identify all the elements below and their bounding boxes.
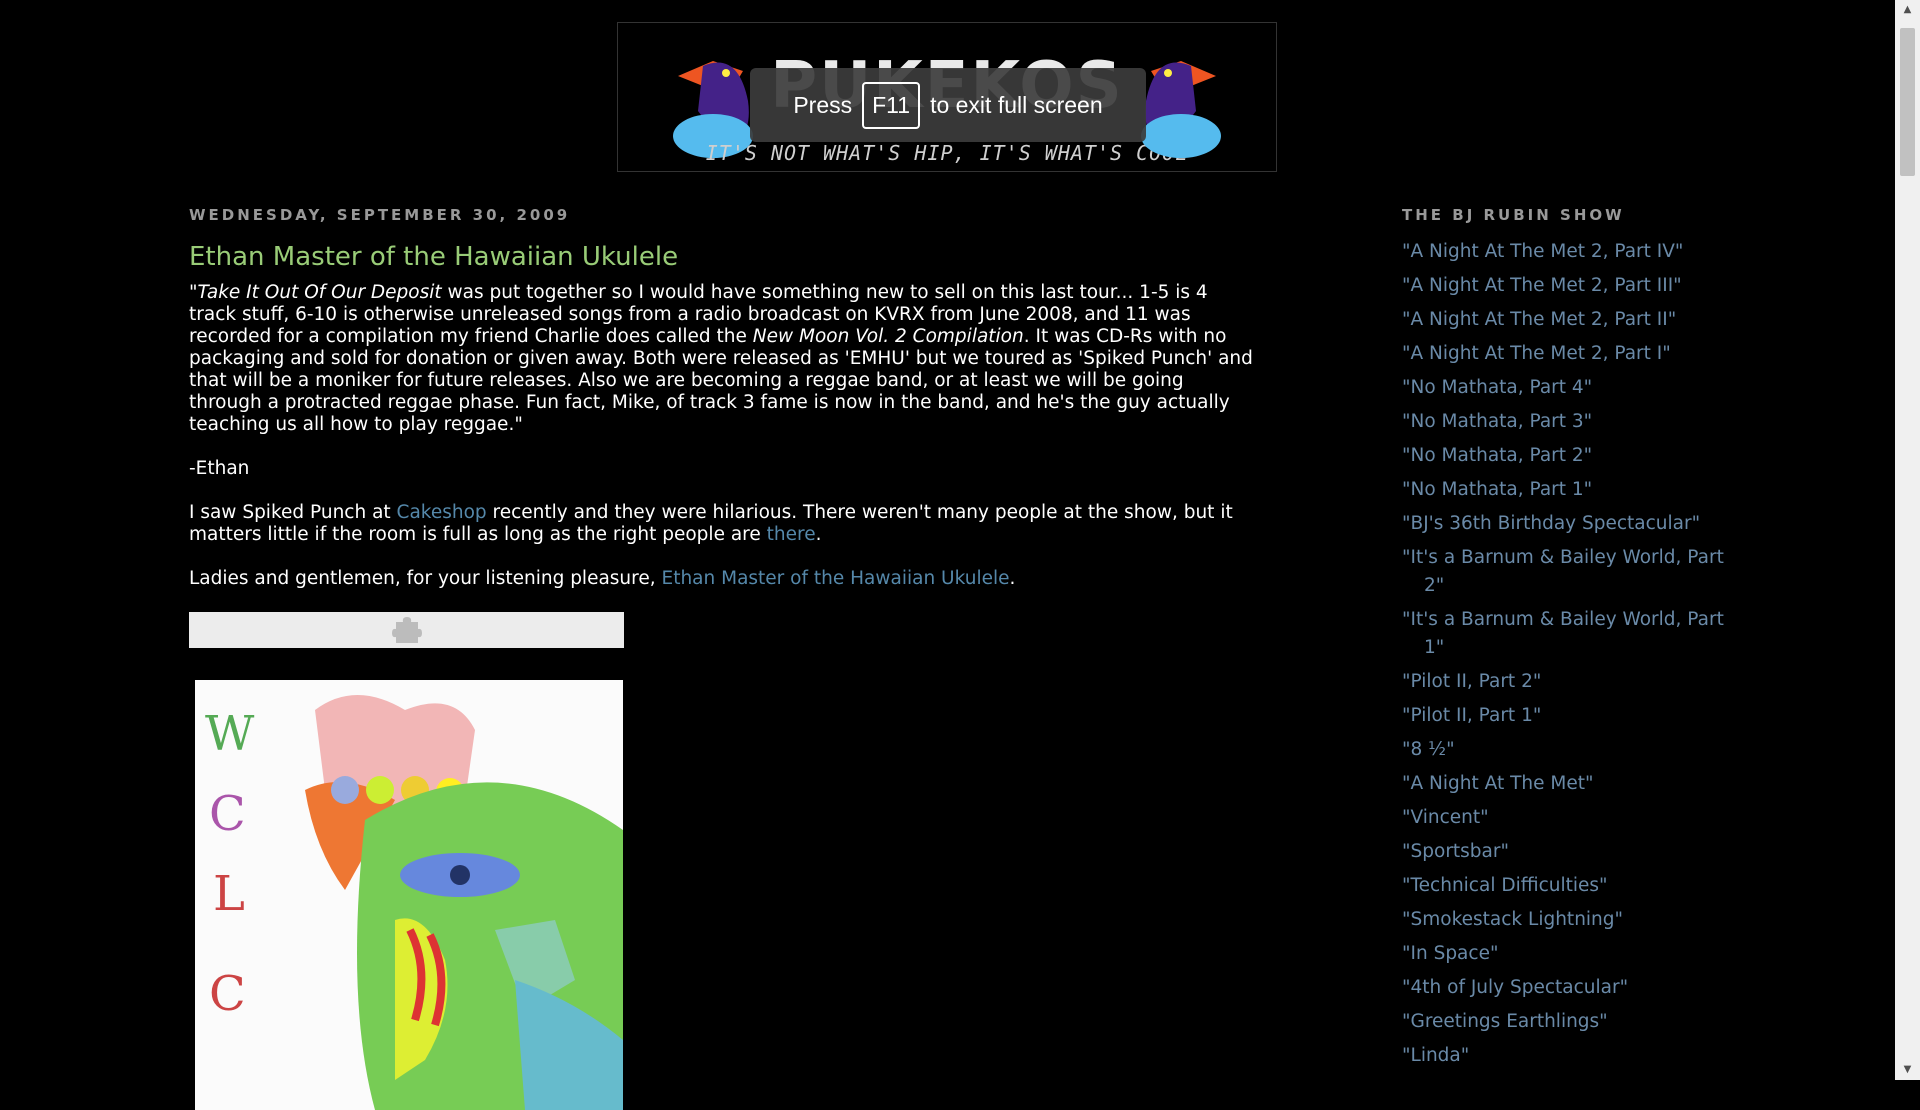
- quote-mark: ": [189, 282, 198, 303]
- sidebar-episode-link[interactable]: "A Night At The Met 2, Part II": [1402, 306, 1732, 334]
- main-column: WEDNESDAY, SEPTEMBER 30, 2009 Ethan Mast…: [189, 206, 1259, 1110]
- paragraph-text: Ladies and gentlemen, for your listening…: [189, 568, 662, 589]
- sidebar-episode-link[interactable]: "No Mathata, Part 4": [1402, 374, 1732, 402]
- sidebar-episode-link[interactable]: "A Night At The Met 2, Part I": [1402, 340, 1732, 368]
- sidebar-episode-link[interactable]: "Pilot II, Part 1": [1402, 702, 1732, 730]
- album-download-link[interactable]: Ethan Master of the Hawaiian Ukulele: [662, 568, 1010, 589]
- svg-text:L: L: [213, 866, 245, 922]
- paragraph-text: I saw Spiked Punch at: [189, 502, 397, 523]
- sidebar-episode-link[interactable]: "A Night At The Met 2, Part III": [1402, 272, 1732, 300]
- post-date: WEDNESDAY, SEPTEMBER 30, 2009: [189, 206, 571, 224]
- crayon-drawing-image: W C L C: [195, 680, 623, 1110]
- album-title: Take It Out Of Our Deposit: [197, 282, 442, 303]
- scroll-down-arrow-icon[interactable]: ▼: [1895, 1060, 1920, 1080]
- post-signature: -Ethan: [189, 458, 250, 479]
- sidebar-title: THE BJ RUBIN SHOW: [1402, 206, 1625, 224]
- album-cover-drawing[interactable]: W C L C: [195, 680, 623, 1110]
- missing-plugin-box[interactable]: [189, 612, 624, 648]
- post-body: "Take It Out Of Our Deposit was put toge…: [189, 282, 1259, 590]
- sidebar-episode-link[interactable]: "Sportsbar": [1402, 838, 1732, 866]
- paragraph-text: .: [815, 524, 822, 545]
- sidebar-episode-link[interactable]: "BJ's 36th Birthday Spectacular": [1402, 510, 1732, 538]
- sidebar-episode-link[interactable]: "It's a Barnum & Bailey World, Part 2": [1402, 544, 1732, 600]
- paragraph-text: .: [1009, 568, 1016, 589]
- sidebar-episode-link[interactable]: "No Mathata, Part 1": [1402, 476, 1732, 504]
- post-title[interactable]: Ethan Master of the Hawaiian Ukulele: [189, 242, 1259, 272]
- sidebar-episode-link[interactable]: "No Mathata, Part 2": [1402, 442, 1732, 470]
- sidebar-episode-link[interactable]: "Vincent": [1402, 804, 1732, 832]
- svg-text:W: W: [205, 706, 255, 762]
- sidebar-episode-link[interactable]: "8 ½": [1402, 736, 1732, 764]
- f11-key-label: F11: [862, 81, 921, 129]
- sidebar-episode-link[interactable]: "Greetings Earthlings": [1402, 1008, 1732, 1036]
- sidebar-episode-link[interactable]: "A Night At The Met": [1402, 770, 1732, 798]
- post-paragraph: "Take It Out Of Our Deposit was put toge…: [189, 282, 1259, 436]
- sidebar-episode-link[interactable]: "It's a Barnum & Bailey World, Part 1": [1402, 606, 1732, 662]
- vertical-scrollbar[interactable]: ▲ ▼: [1895, 0, 1920, 1080]
- sidebar-episode-link[interactable]: "In Space": [1402, 940, 1732, 968]
- scrollbar-thumb[interactable]: [1900, 28, 1915, 176]
- sidebar-episode-link[interactable]: "Linda": [1402, 1042, 1732, 1070]
- post-paragraph: Ladies and gentlemen, for your listening…: [189, 568, 1259, 590]
- scroll-up-arrow-icon[interactable]: ▲: [1895, 0, 1920, 20]
- svg-text:C: C: [209, 786, 246, 842]
- there-link[interactable]: there: [767, 524, 816, 545]
- sidebar-episode-link[interactable]: "Smokestack Lightning": [1402, 906, 1732, 934]
- sidebar-episode-link[interactable]: "No Mathata, Part 3": [1402, 408, 1732, 436]
- compilation-title: New Moon Vol. 2 Compilation: [752, 326, 1024, 347]
- show-episode-list: "A Night At The Met 2, Part IV" "A Night…: [1402, 238, 1732, 1070]
- fullscreen-press-text: Press: [793, 91, 853, 118]
- sidebar-episode-link[interactable]: "Pilot II, Part 2": [1402, 668, 1732, 696]
- fullscreen-exit-notice: Press F11 to exit full screen: [750, 68, 1146, 142]
- post-paragraph: I saw Spiked Punch at Cakeshop recently …: [189, 502, 1259, 546]
- svg-text:C: C: [209, 966, 246, 1022]
- sidebar-episode-link[interactable]: "4th of July Spectacular": [1402, 974, 1732, 1002]
- puzzle-piece-icon: [392, 617, 422, 643]
- cakeshop-link[interactable]: Cakeshop: [397, 502, 487, 523]
- sidebar-episode-link[interactable]: "A Night At The Met 2, Part IV": [1402, 238, 1732, 266]
- sidebar-episode-link[interactable]: "Technical Difficulties": [1402, 872, 1732, 900]
- sidebar: THE BJ RUBIN SHOW "A Night At The Met 2,…: [1402, 206, 1732, 1076]
- fullscreen-exit-text: to exit full screen: [930, 91, 1103, 118]
